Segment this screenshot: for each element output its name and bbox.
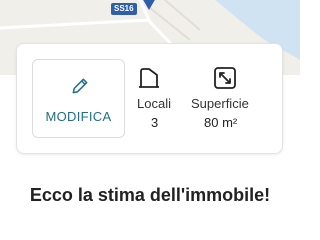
door-icon [139, 68, 159, 88]
rooms-label: Locali [137, 96, 171, 111]
rooms-value: 3 [151, 115, 159, 130]
area-value: 80 m² [204, 115, 238, 130]
road-label: SS16 [111, 3, 137, 15]
estimate-headline: Ecco la stima dell'immobile! [29, 185, 271, 205]
edit-button-label: MODIFICA [45, 109, 112, 124]
expand-arrows-icon [214, 67, 236, 89]
area-stat: Superficie 80 m² [191, 66, 249, 130]
estimate-summary-card: MODIFICA Locali 3 Superficie 80 m² [16, 43, 283, 154]
pencil-icon [72, 78, 88, 94]
rooms-stat: Locali 3 [137, 66, 171, 130]
area-label: Superficie [191, 96, 249, 111]
edit-button[interactable]: MODIFICA [32, 59, 125, 138]
